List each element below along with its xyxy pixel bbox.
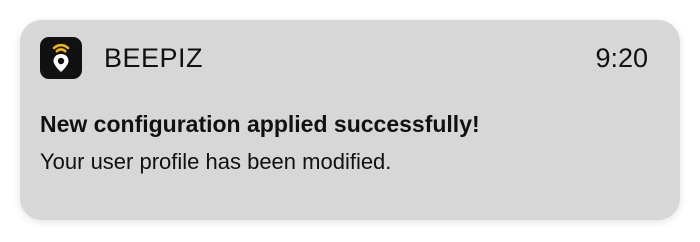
notification-body: Your user profile has been modified. bbox=[40, 149, 392, 174]
beepiz-app-icon bbox=[40, 37, 82, 79]
notification-card[interactable]: BEEPIZ 9:20 New configuration applied su… bbox=[20, 20, 680, 220]
notification-title: New configuration applied successfully! bbox=[40, 111, 480, 137]
notification-time: 9:20 bbox=[595, 43, 648, 73]
app-name: BEEPIZ bbox=[104, 43, 204, 73]
location-pin-signal-icon bbox=[52, 43, 70, 72]
